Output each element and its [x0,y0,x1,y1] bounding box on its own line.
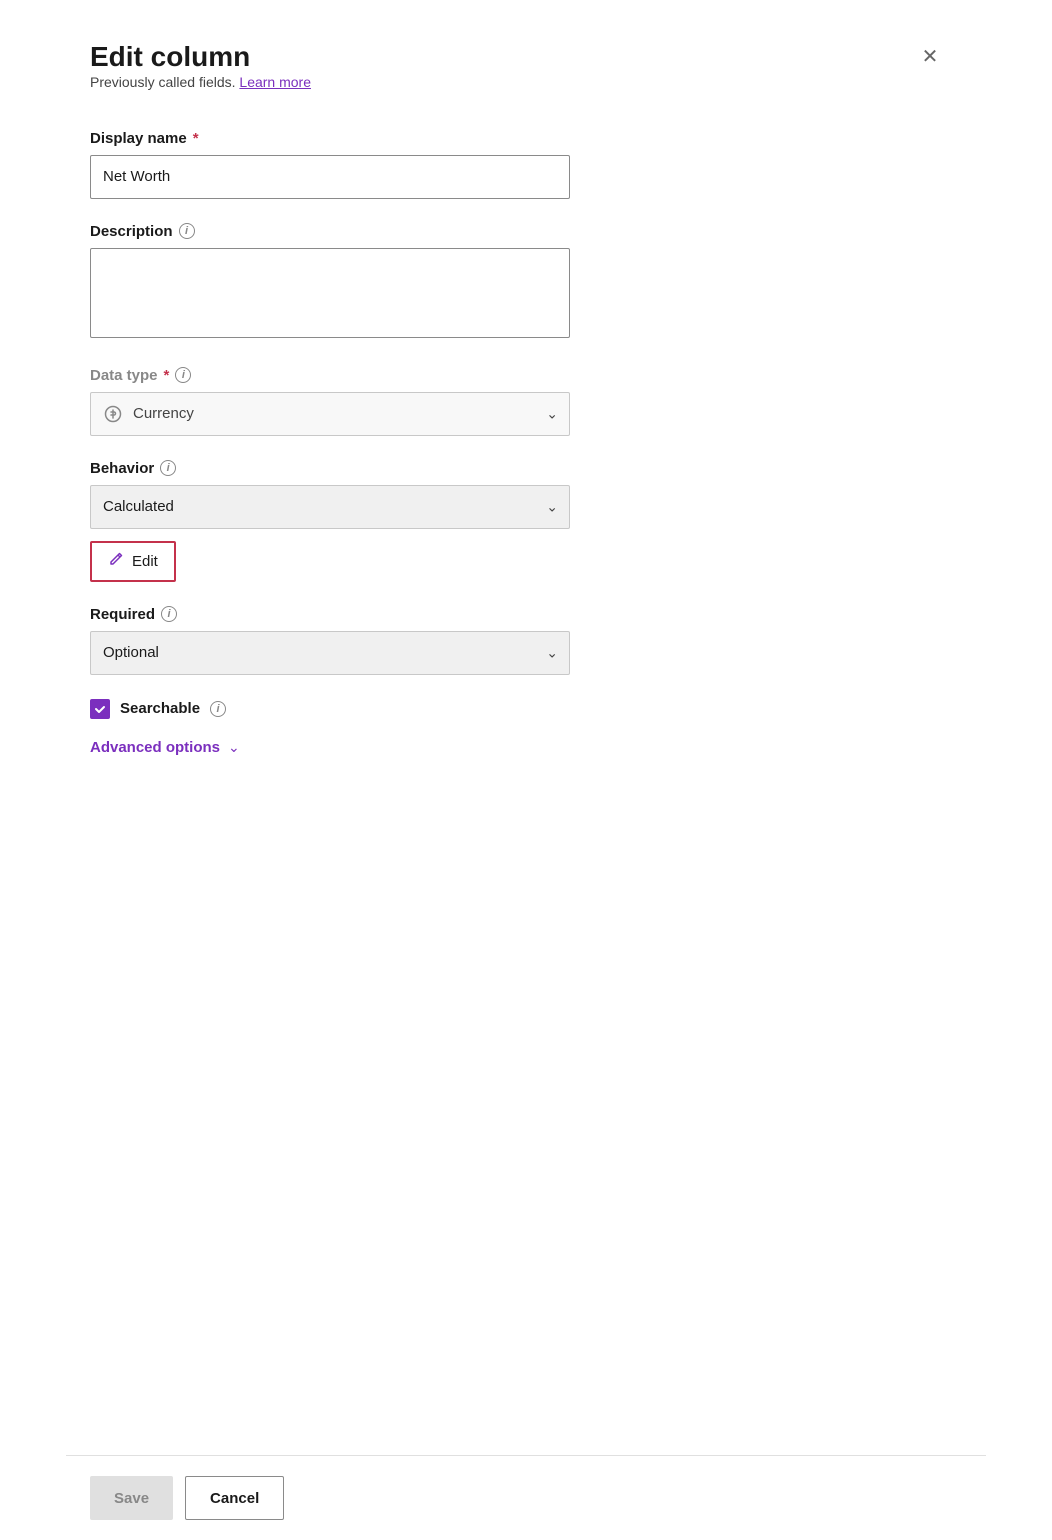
description-section: Description i [90,223,946,343]
panel-title: Edit column [90,40,311,74]
required-select-wrapper: Optional ⌄ [90,631,570,675]
data-type-required-star: * [164,367,170,384]
required-label: Required i [90,606,946,623]
data-type-select[interactable]: Currency [90,392,570,436]
behavior-value: Calculated [103,498,174,515]
display-name-required-star: * [193,130,199,147]
cancel-button[interactable]: Cancel [185,1476,284,1520]
advanced-options-chevron-icon: ⌄ [228,739,240,756]
display-name-label: Display name * [90,130,946,147]
behavior-info-icon[interactable]: i [160,460,176,476]
edit-button[interactable]: Edit [90,541,176,582]
searchable-info-icon[interactable]: i [210,701,226,717]
data-type-label: Data type * i [90,367,946,384]
description-input[interactable] [90,248,570,338]
required-select[interactable]: Optional [90,631,570,675]
panel-header: Edit column Previously called fields. Le… [90,40,946,122]
description-label: Description i [90,223,946,240]
advanced-options-label: Advanced options [90,739,220,756]
close-icon: ✕ [922,44,939,69]
data-type-value: Currency [133,405,194,422]
edit-button-label: Edit [132,553,158,570]
behavior-section: Behavior i Calculated ⌄ Edit [90,460,946,582]
required-info-icon[interactable]: i [161,606,177,622]
pencil-icon [108,551,124,572]
description-info-icon[interactable]: i [179,223,195,239]
close-button[interactable]: ✕ [914,40,946,72]
behavior-label: Behavior i [90,460,946,477]
advanced-options-row[interactable]: Advanced options ⌄ [90,739,946,756]
panel-title-group: Edit column Previously called fields. Le… [90,40,311,122]
learn-more-link[interactable]: Learn more [239,74,311,90]
data-type-info-icon[interactable]: i [175,367,191,383]
behavior-select[interactable]: Calculated [90,485,570,529]
display-name-input[interactable] [90,155,570,199]
edit-column-panel: Edit column Previously called fields. Le… [66,0,986,1540]
footer: Save Cancel [66,1455,986,1540]
data-type-select-wrapper: Currency ⌄ [90,392,570,436]
searchable-label: Searchable [120,700,200,717]
display-name-section: Display name * [90,130,946,199]
panel-subtitle: Previously called fields. Learn more [90,74,311,90]
data-type-section: Data type * i Currency ⌄ [90,367,946,436]
currency-select-icon [103,404,123,424]
required-section: Required i Optional ⌄ [90,606,946,675]
subtitle-text: Previously called fields. [90,74,236,90]
searchable-checkbox[interactable] [90,699,110,719]
searchable-row: Searchable i [90,699,946,719]
required-value: Optional [103,644,159,661]
save-button[interactable]: Save [90,1476,173,1520]
behavior-select-wrapper: Calculated ⌄ [90,485,570,529]
